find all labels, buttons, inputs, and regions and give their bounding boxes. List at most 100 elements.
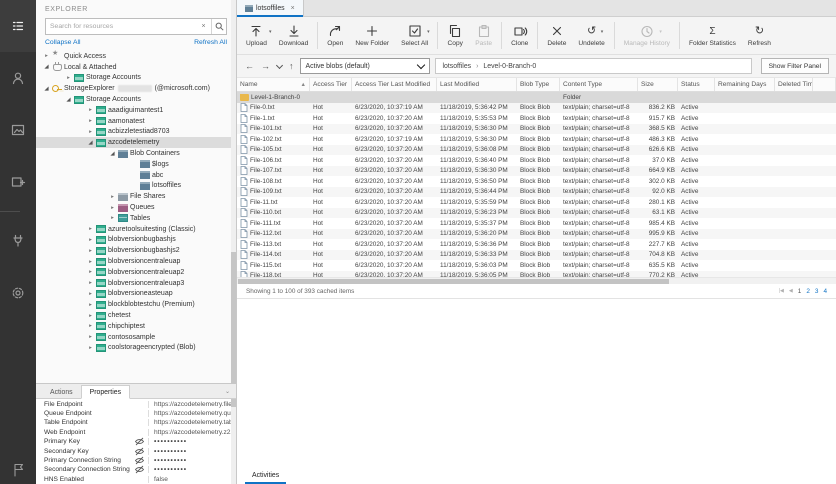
column-header-remaining-days[interactable]: Remaining Days bbox=[715, 78, 775, 91]
tree-item-quick-access[interactable]: ▸Quick Access bbox=[36, 51, 236, 62]
column-header-deleted-time[interactable]: Deleted Time bbox=[775, 78, 813, 91]
table-row[interactable]: File-113.txtHot6/23/2020, 10:37:20 AM11/… bbox=[237, 239, 836, 250]
tree-item-contososample[interactable]: ▸contososample bbox=[36, 332, 236, 343]
table-row[interactable]: File-115.txtHot6/23/2020, 10:37:20 AM11/… bbox=[237, 260, 836, 271]
table-row[interactable]: File-106.txtHot6/23/2020, 10:37:20 AM11/… bbox=[237, 155, 836, 166]
column-header-access-tier[interactable]: Access Tier bbox=[310, 78, 352, 91]
collapse-panel-icon[interactable]: ⌄ bbox=[225, 388, 230, 395]
expand-icon[interactable]: ▸ bbox=[86, 323, 95, 329]
connect-plug-icon[interactable] bbox=[0, 215, 36, 267]
page-link-2[interactable]: 2 bbox=[806, 288, 810, 295]
folder-statistics-button[interactable]: ΣFolder Statistics bbox=[683, 17, 742, 54]
table-row[interactable]: File-101.txtHot6/23/2020, 10:37:20 AM11/… bbox=[237, 124, 836, 135]
undelete-button[interactable]: ↺▾Undelete bbox=[572, 17, 610, 54]
tree-item-queues[interactable]: ▸Queues bbox=[36, 202, 236, 213]
expand-icon[interactable]: ▸ bbox=[86, 269, 95, 275]
expand-icon[interactable]: ▸ bbox=[86, 313, 95, 319]
collapse-icon[interactable]: ◢ bbox=[42, 86, 51, 92]
upload-button[interactable]: ▾Upload bbox=[240, 17, 273, 54]
tree-item-blob-containers[interactable]: ◢Blob Containers bbox=[36, 148, 236, 159]
tree-item-coolstorageencrypted-blob-[interactable]: ▸coolstorageencrypted (Blob) bbox=[36, 343, 236, 354]
tree-scrollbar[interactable] bbox=[231, 0, 236, 484]
dropdown-caret-icon[interactable]: ▾ bbox=[601, 29, 604, 35]
download-button[interactable]: Download bbox=[273, 17, 314, 54]
dropdown-caret-icon[interactable]: ▾ bbox=[269, 29, 272, 35]
tree-item-blobversionbugbashjs[interactable]: ▸blobversionbugbashjs bbox=[36, 235, 236, 246]
tree-item-storage-accounts[interactable]: ◢Storage Accounts bbox=[36, 94, 236, 105]
first-page-icon[interactable]: |◀ bbox=[779, 288, 784, 294]
account-icon[interactable] bbox=[0, 52, 36, 104]
tree-item-chetest[interactable]: ▸chetest bbox=[36, 310, 236, 321]
expand-icon[interactable]: ▸ bbox=[86, 345, 95, 351]
clone-button[interactable]: Clone bbox=[505, 17, 534, 54]
new-folder-button[interactable]: New Folder bbox=[349, 17, 395, 54]
collapse-icon[interactable]: ◢ bbox=[86, 140, 95, 146]
expand-icon[interactable]: ▸ bbox=[86, 259, 95, 265]
tree-item-acbizzletestiad8703[interactable]: ▸acbizzletestiad8703 bbox=[36, 127, 236, 138]
breadcrumb-folder[interactable]: Level-0-Branch-0 bbox=[483, 63, 536, 70]
tab-properties[interactable]: Properties bbox=[81, 385, 130, 399]
tree-item-lotsoffiles[interactable]: lotsoffiles bbox=[36, 181, 236, 192]
emulator-icon[interactable] bbox=[0, 104, 36, 156]
expand-icon[interactable]: ▸ bbox=[86, 226, 95, 232]
tree-item-azcodetelemetry[interactable]: ◢azcodetelemetry bbox=[36, 137, 236, 148]
dropdown-caret-icon[interactable]: ▾ bbox=[427, 29, 430, 35]
refresh-button[interactable]: ↻Refresh bbox=[742, 17, 777, 54]
horizontal-scrollbar[interactable] bbox=[237, 277, 836, 284]
expand-icon[interactable]: ▸ bbox=[86, 280, 95, 286]
toggle-visibility-icon[interactable] bbox=[132, 456, 145, 465]
expand-icon[interactable]: ▸ bbox=[86, 248, 95, 254]
expand-icon[interactable]: ▸ bbox=[86, 334, 95, 340]
tree-item-blobversionbugbashjs2[interactable]: ▸blobversionbugbashjs2 bbox=[36, 245, 236, 256]
copy-button[interactable]: Copy bbox=[441, 17, 469, 54]
tree-item-storageexplorer[interactable]: ◢StorageExplorer(@microsoft.com) bbox=[36, 83, 236, 94]
toggle-visibility-icon[interactable] bbox=[132, 447, 145, 456]
column-header-access-tier-last-modified[interactable]: Access Tier Last Modified bbox=[352, 78, 437, 91]
tab-actions[interactable]: Actions bbox=[42, 386, 81, 398]
collapse-icon[interactable]: ◢ bbox=[64, 97, 73, 103]
table-row[interactable]: File-110.txtHot6/23/2020, 10:37:20 AM11/… bbox=[237, 208, 836, 219]
delete-button[interactable]: Delete bbox=[541, 17, 572, 54]
table-row[interactable]: File-114.txtHot6/23/2020, 10:37:20 AM11/… bbox=[237, 250, 836, 261]
table-row[interactable]: File-11.txtHot6/23/2020, 10:37:20 AM11/1… bbox=[237, 197, 836, 208]
tree-item-blockblobtestchu-premium-[interactable]: ▸blockblobtestchu (Premium) bbox=[36, 299, 236, 310]
column-header-status[interactable]: Status bbox=[678, 78, 715, 91]
table-row[interactable]: File-111.txtHot6/23/2020, 10:37:20 AM11/… bbox=[237, 218, 836, 229]
history-dropdown-icon[interactable] bbox=[276, 61, 283, 68]
table-row[interactable]: File-108.txtHot6/23/2020, 10:37:20 AM11/… bbox=[237, 176, 836, 187]
up-icon[interactable]: ↑ bbox=[288, 61, 295, 71]
show-filter-panel-button[interactable]: Show Filter Panel bbox=[761, 58, 829, 74]
tree-item-aaadiguimantest1[interactable]: ▸aaadiguimantest1 bbox=[36, 105, 236, 116]
tab-lotsoffiles[interactable]: lotsoffiles × bbox=[237, 0, 304, 16]
collapse-all-link[interactable]: Collapse All bbox=[45, 39, 81, 46]
back-icon[interactable]: ← bbox=[244, 61, 255, 71]
table-row[interactable]: File-102.txtHot6/23/2020, 10:37:19 AM11/… bbox=[237, 134, 836, 145]
tab-activities[interactable]: Activities bbox=[245, 470, 286, 484]
expand-icon[interactable]: ▸ bbox=[86, 291, 95, 297]
table-row[interactable]: File-112.txtHot6/23/2020, 10:37:20 AM11/… bbox=[237, 229, 836, 240]
blob-state-dropdown[interactable]: Active blobs (default) bbox=[300, 58, 430, 74]
search-input[interactable] bbox=[46, 23, 196, 30]
page-link-4[interactable]: 4 bbox=[823, 288, 827, 295]
tree-item-file-shares[interactable]: ▸File Shares bbox=[36, 191, 236, 202]
tree-item-blobversioncentraleuap[interactable]: ▸blobversioncentraleuap bbox=[36, 256, 236, 267]
column-header-content-type[interactable]: Content Type bbox=[560, 78, 638, 91]
collapse-icon[interactable]: ◢ bbox=[108, 151, 117, 157]
table-row[interactable]: File-0.txtHot6/23/2020, 10:37:19 AM11/18… bbox=[237, 103, 836, 114]
toggle-visibility-icon[interactable] bbox=[132, 437, 145, 446]
expand-icon[interactable]: ▸ bbox=[108, 194, 117, 200]
collapse-icon[interactable]: ◢ bbox=[42, 64, 51, 70]
tree-item-local-attached[interactable]: ◢Local & Attached bbox=[36, 62, 236, 73]
expand-icon[interactable]: ▸ bbox=[86, 118, 95, 124]
forward-icon[interactable]: → bbox=[260, 61, 271, 71]
dropdown-caret-icon[interactable]: ▾ bbox=[659, 29, 662, 35]
expand-icon[interactable]: ▸ bbox=[86, 302, 95, 308]
clear-search-icon[interactable]: × bbox=[196, 19, 211, 34]
table-row[interactable]: File-1.txtHot6/23/2020, 10:37:20 AM11/18… bbox=[237, 113, 836, 124]
column-header-size[interactable]: Size bbox=[638, 78, 678, 91]
search-icon[interactable] bbox=[211, 19, 226, 34]
expand-icon[interactable]: ▸ bbox=[108, 215, 117, 221]
explorer-icon[interactable] bbox=[0, 0, 36, 52]
open-button[interactable]: Open bbox=[321, 17, 349, 54]
expand-icon[interactable]: ▸ bbox=[64, 75, 73, 81]
